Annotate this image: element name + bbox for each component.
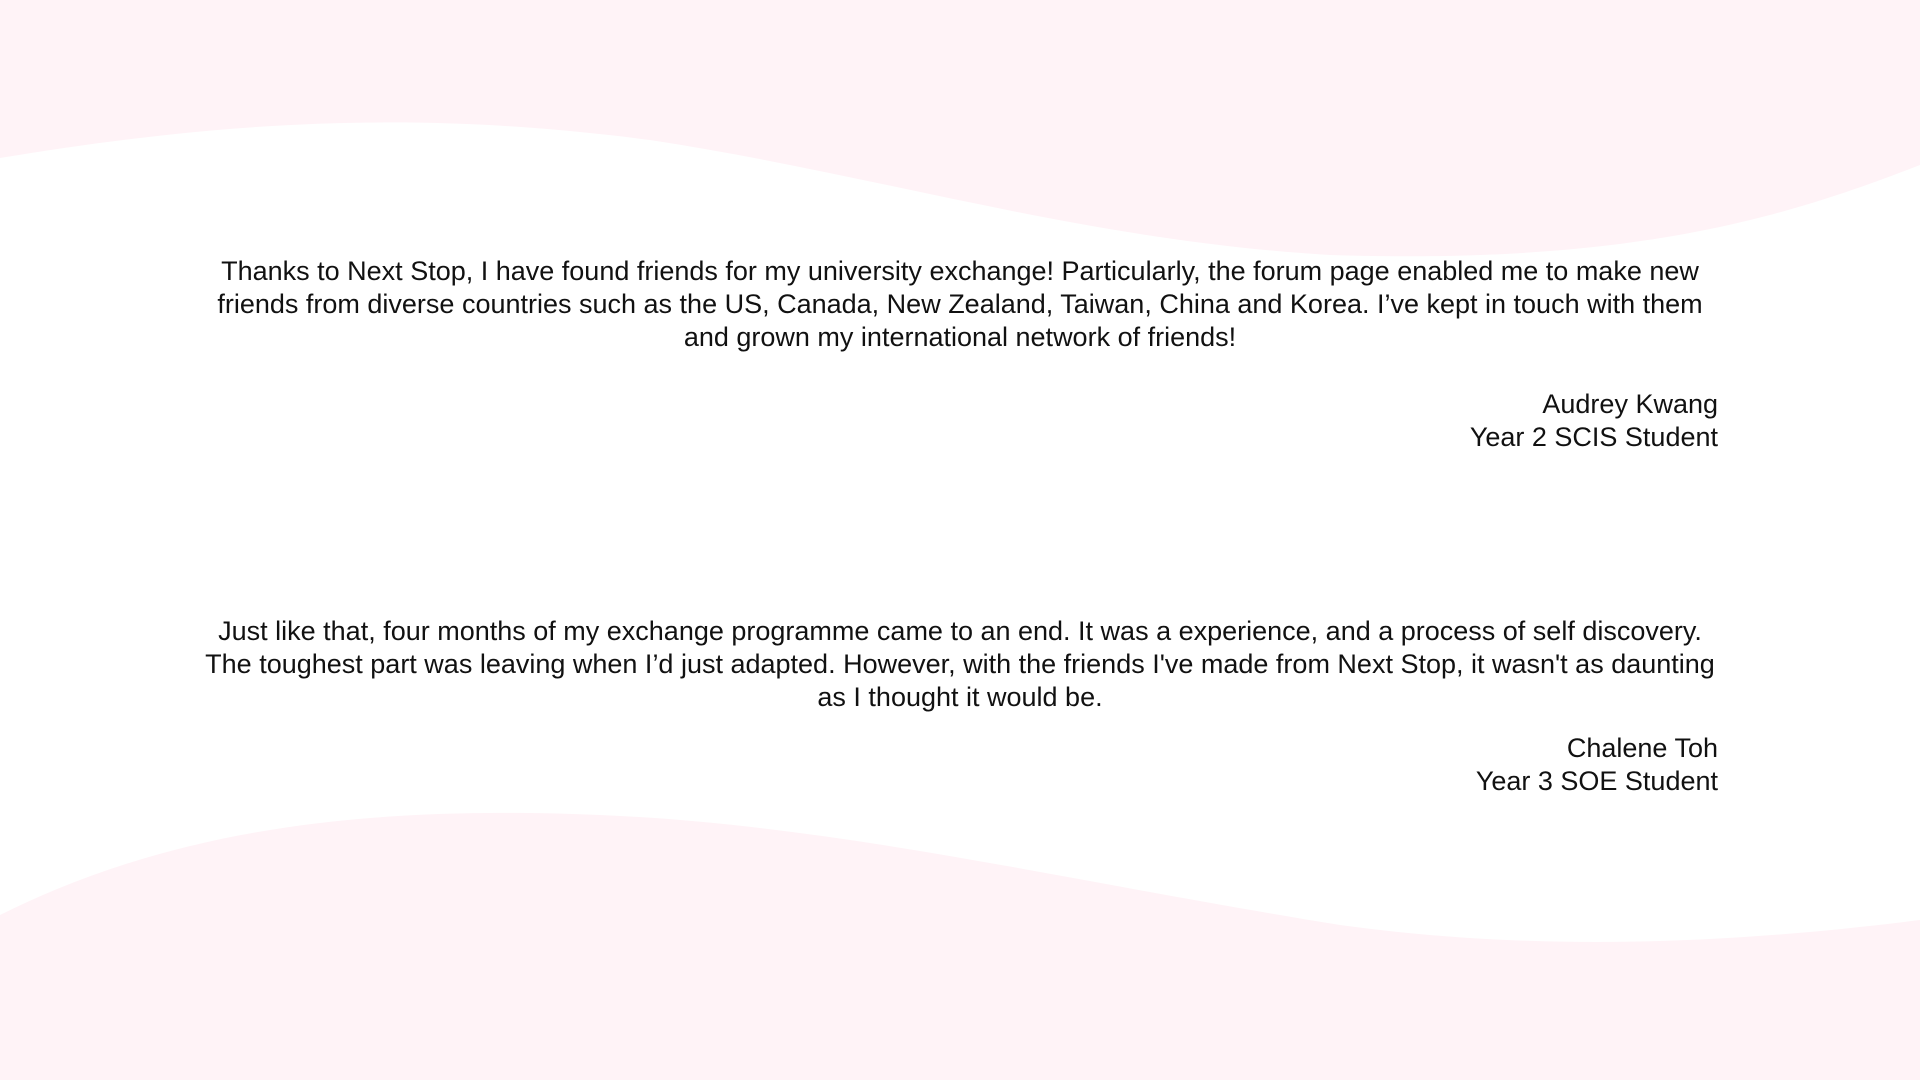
testimonials-slide: Thanks to Next Stop, I have found friend… xyxy=(0,0,1920,1080)
testimonial-card: Thanks to Next Stop, I have found friend… xyxy=(200,255,1720,454)
testimonial-card: Just like that, four months of my exchan… xyxy=(200,615,1720,798)
wave-background xyxy=(0,0,1920,1080)
author-role: Year 2 SCIS Student xyxy=(1469,422,1718,452)
author-name: Chalene Toh xyxy=(1566,733,1718,763)
testimonial-quote: Thanks to Next Stop, I have found friend… xyxy=(217,256,1703,352)
top-wave xyxy=(0,0,1920,257)
testimonial-quote: Just like that, four months of my exchan… xyxy=(205,616,1715,712)
testimonial-author: Chalene Toh Year 3 SOE Student xyxy=(200,732,1720,798)
testimonial-author: Audrey Kwang Year 2 SCIS Student xyxy=(200,388,1720,454)
author-role: Year 3 SOE Student xyxy=(1475,766,1718,796)
bottom-wave xyxy=(0,812,1920,1080)
author-name: Audrey Kwang xyxy=(1542,389,1718,419)
